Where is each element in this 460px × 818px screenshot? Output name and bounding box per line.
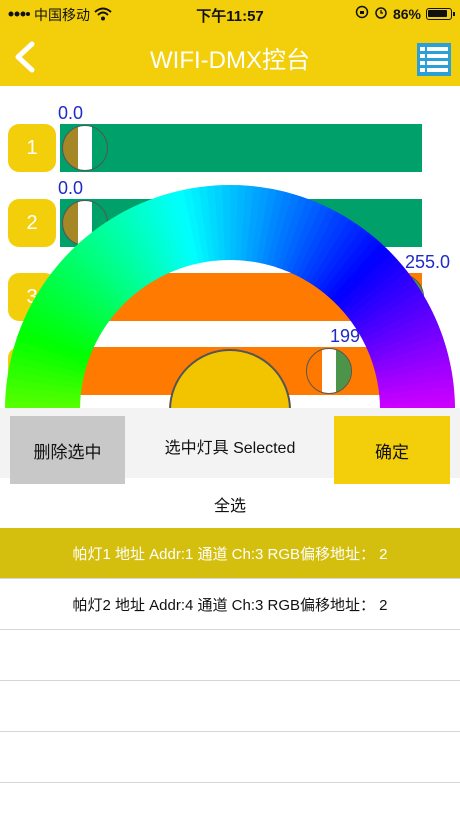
rotation-lock-icon	[355, 5, 369, 22]
fixture-row[interactable]	[0, 732, 460, 783]
list-menu-icon	[417, 43, 451, 76]
channel-1-value: 0.0	[58, 103, 84, 123]
confirm-button[interactable]: 确定	[334, 416, 450, 484]
top-bar: 中国移动 下午11:57 86% WIFI-DMX控台	[0, 0, 460, 86]
page-title: WIFI-DMX控台	[150, 47, 310, 74]
fixture-list: 帕灯1 地址 Addr:1 通道 Ch:3 RGB偏移地址： 2 帕灯2 地址 …	[0, 528, 460, 783]
fixture-row[interactable]	[0, 681, 460, 732]
fixture-row[interactable]	[0, 630, 460, 681]
select-all-button[interactable]: 全选	[0, 492, 460, 516]
battery-percent: 86%	[392, 5, 421, 22]
channel-1-bar[interactable]	[60, 124, 422, 172]
color-preview-dome	[168, 349, 292, 410]
alarm-icon	[374, 5, 388, 22]
channel-1-button[interactable]: 1	[8, 124, 56, 172]
channel-1-knob[interactable]	[62, 125, 108, 171]
delete-selected-button[interactable]: 删除选中	[10, 416, 125, 484]
status-bar: 中国移动 下午11:57 86%	[0, 0, 460, 28]
color-picker-arc[interactable]	[0, 180, 460, 410]
fixture-row[interactable]: 帕灯2 地址 Addr:4 通道 Ch:3 RGB偏移地址： 2	[0, 579, 460, 630]
battery-icon	[426, 7, 455, 20]
menu-button[interactable]	[416, 40, 452, 78]
fixture-row[interactable]: 帕灯1 地址 Addr:1 通道 Ch:3 RGB偏移地址： 2	[0, 528, 460, 579]
selected-fixtures-label: 选中灯具 Selected	[164, 440, 296, 457]
status-right: 86%	[355, 5, 455, 22]
